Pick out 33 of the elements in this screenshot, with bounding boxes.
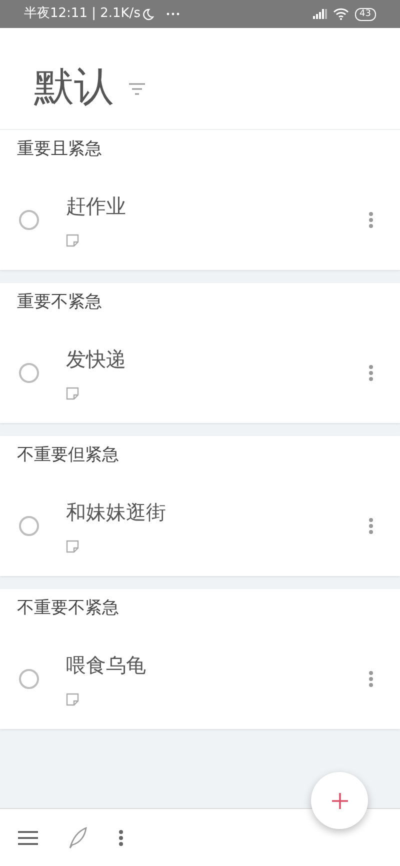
task-checkbox[interactable] (19, 210, 39, 230)
task-checkbox[interactable] (19, 363, 39, 383)
more-icon[interactable] (368, 517, 374, 535)
wifi-icon (332, 8, 349, 20)
feather-icon[interactable] (68, 826, 88, 848)
note-icon (66, 693, 79, 706)
more-icon[interactable] (368, 670, 374, 688)
filter-icon[interactable] (128, 82, 146, 96)
more-icon[interactable] (368, 364, 374, 382)
section-header: 重要不紧急 (17, 291, 102, 314)
section-header: 不重要不紧急 (17, 597, 119, 620)
task-checkbox[interactable] (19, 516, 39, 536)
more-dots-icon (166, 12, 180, 16)
add-button[interactable] (311, 772, 368, 829)
task-title: 喂食乌龟 (66, 652, 146, 678)
list-title: 默认 (34, 66, 114, 106)
note-icon (66, 234, 79, 247)
battery-indicator: 43 (354, 8, 376, 20)
more-icon[interactable] (368, 211, 374, 229)
status-time: 半夜12:11 | 2.1K/s (24, 5, 140, 24)
note-icon (66, 387, 79, 400)
task-checkbox[interactable] (19, 669, 39, 689)
plus-icon (332, 792, 348, 808)
signal-icon (312, 9, 327, 19)
note-icon (66, 540, 79, 553)
task-title: 和妹妹逛街 (66, 499, 166, 525)
task-title: 赶作业 (66, 193, 126, 219)
more-icon[interactable] (118, 828, 124, 846)
section-header: 不重要但紧急 (17, 444, 119, 468)
task-title: 发快递 (66, 346, 126, 372)
moon-icon (142, 8, 154, 20)
section-header: 重要且紧急 (17, 138, 102, 162)
menu-icon[interactable] (18, 830, 38, 844)
